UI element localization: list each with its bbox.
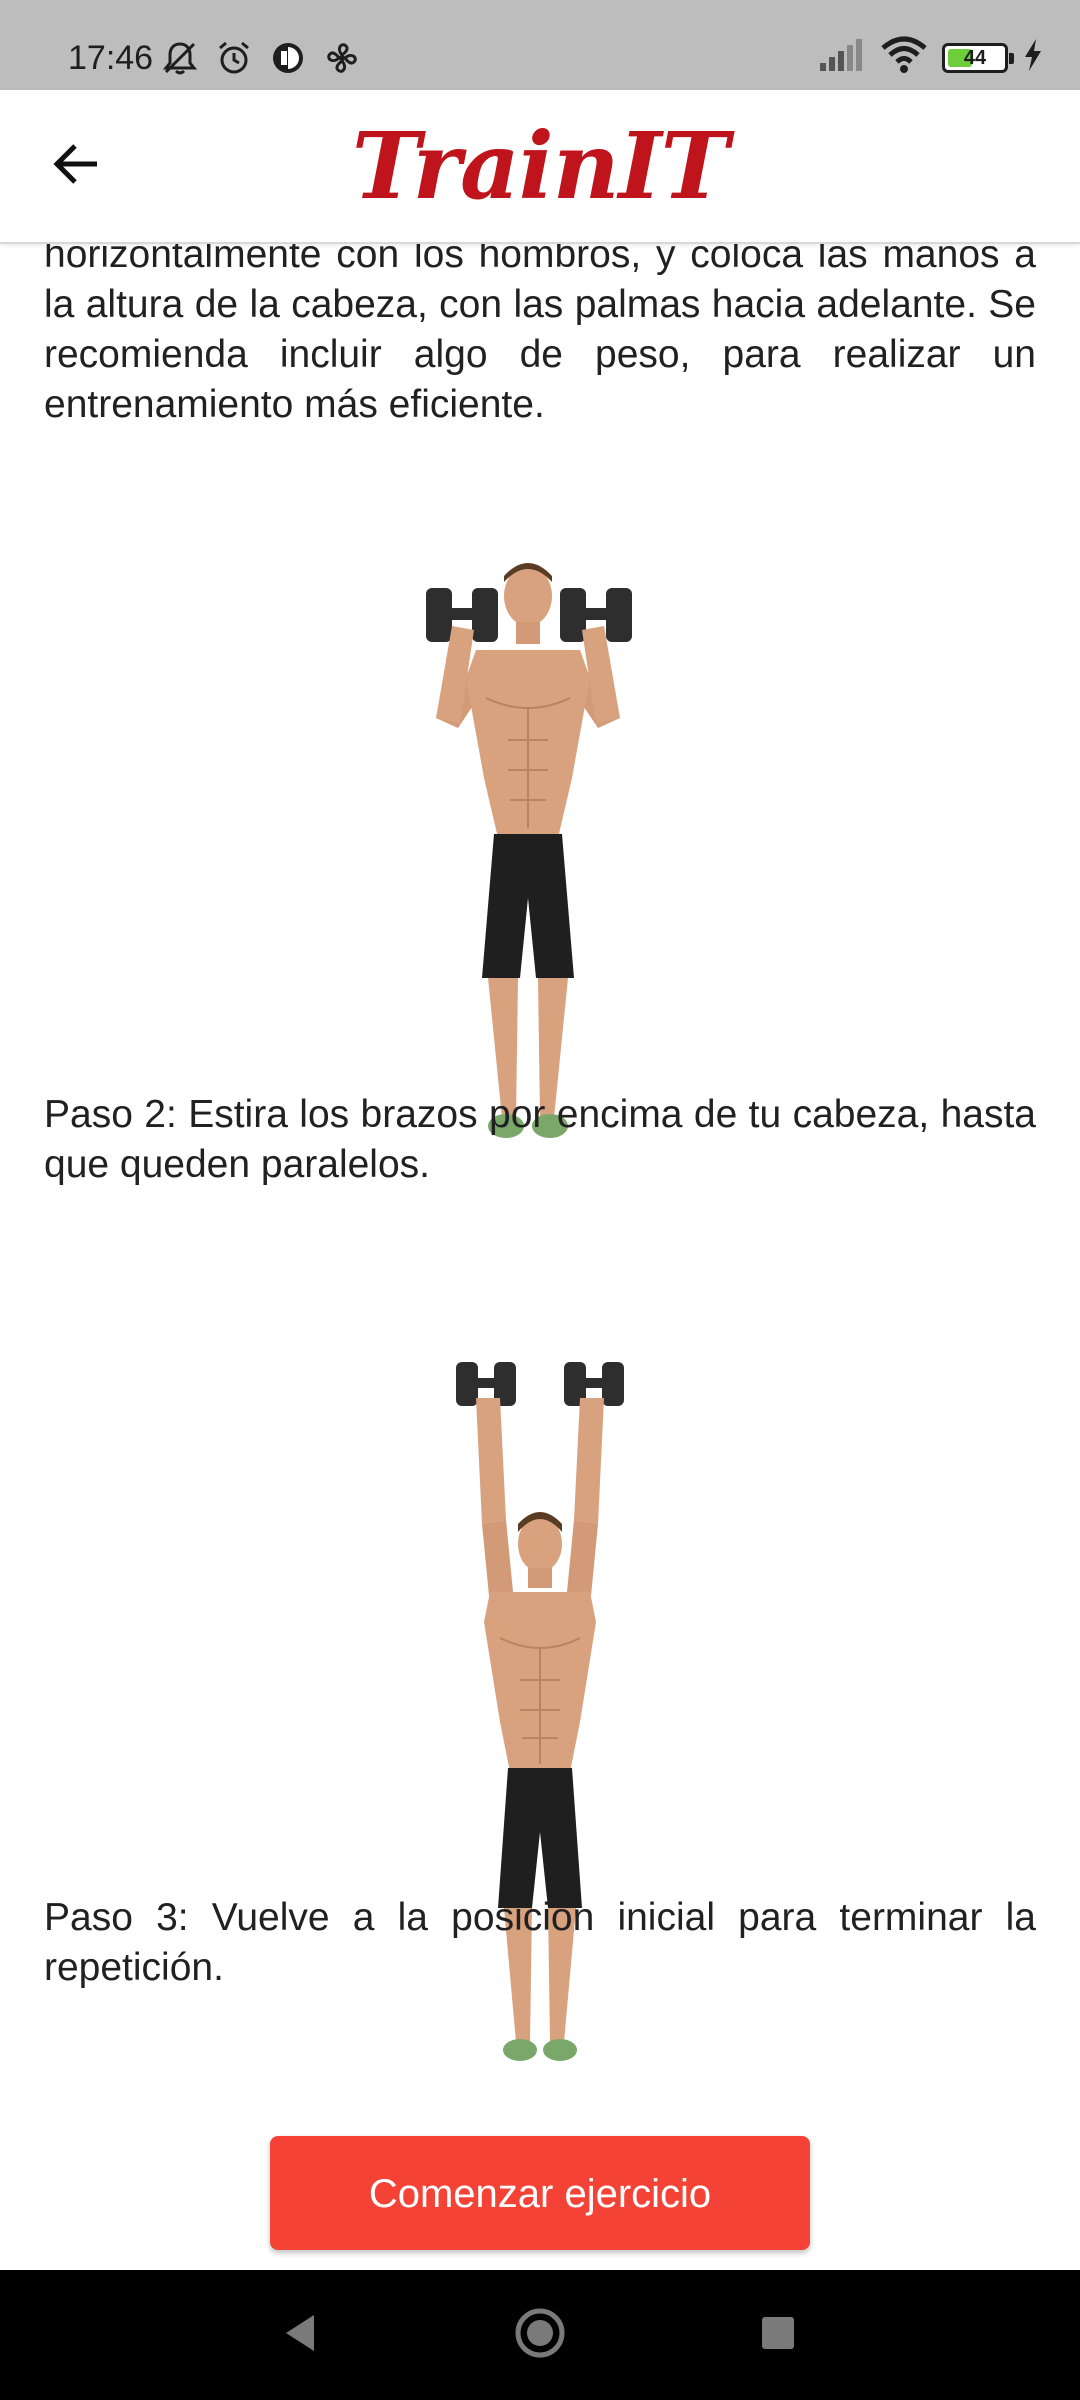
alarm-icon <box>214 38 254 83</box>
nav-back-icon <box>280 2311 320 2360</box>
status-icons-left <box>160 38 362 83</box>
system-nav-bar <box>0 2270 1080 2400</box>
nav-recents-icon <box>758 2313 798 2358</box>
muted-alarm-icon <box>160 38 200 83</box>
exercise-content[interactable]: horizontalmente con los hombros, y coloc… <box>0 242 1080 2270</box>
start-exercise-button[interactable]: Comenzar ejercicio <box>270 2136 810 2250</box>
step-1-description: horizontalmente con los hombros, y coloc… <box>44 242 1036 426</box>
fan-icon <box>322 38 362 83</box>
status-time: 17:46 <box>68 39 154 77</box>
app-notification-icon <box>268 38 308 83</box>
nav-recents-button[interactable] <box>748 2305 808 2365</box>
step-3-description: Paso 3: Vuelve a la posición inicial par… <box>44 1896 1036 1989</box>
status-icons-right: 44 <box>818 36 1044 79</box>
status-bar: 17:46 44 <box>0 0 1080 90</box>
app-logo: TrainIT <box>351 112 729 220</box>
exercise-detail-screen: 17:46 44 TrainIT horizontalmente con los… <box>0 0 1080 2400</box>
charging-icon <box>1022 37 1044 78</box>
nav-home-icon <box>514 2307 566 2364</box>
app-bar: TrainIT <box>0 90 1080 244</box>
nav-back-button[interactable] <box>270 2305 330 2365</box>
battery-tip <box>1009 52 1014 64</box>
battery-icon: 44 <box>942 42 1014 73</box>
nav-home-button[interactable] <box>510 2305 570 2365</box>
signal-icon <box>818 37 866 78</box>
step-2-description: Paso 2: Estira los brazos por encima de … <box>44 1093 1036 1186</box>
wifi-icon <box>880 36 928 79</box>
battery-level: 44 <box>963 46 987 69</box>
